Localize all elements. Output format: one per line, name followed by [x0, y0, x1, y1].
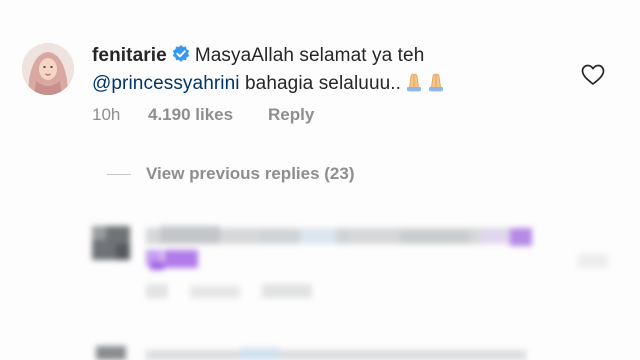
comment-thread: fenitarie MasyaAllah selamat ya teh @prin…	[0, 0, 640, 360]
redacted-reply	[0, 0, 640, 360]
redacted-meta	[146, 284, 168, 298]
redacted-next-reply	[96, 346, 126, 360]
